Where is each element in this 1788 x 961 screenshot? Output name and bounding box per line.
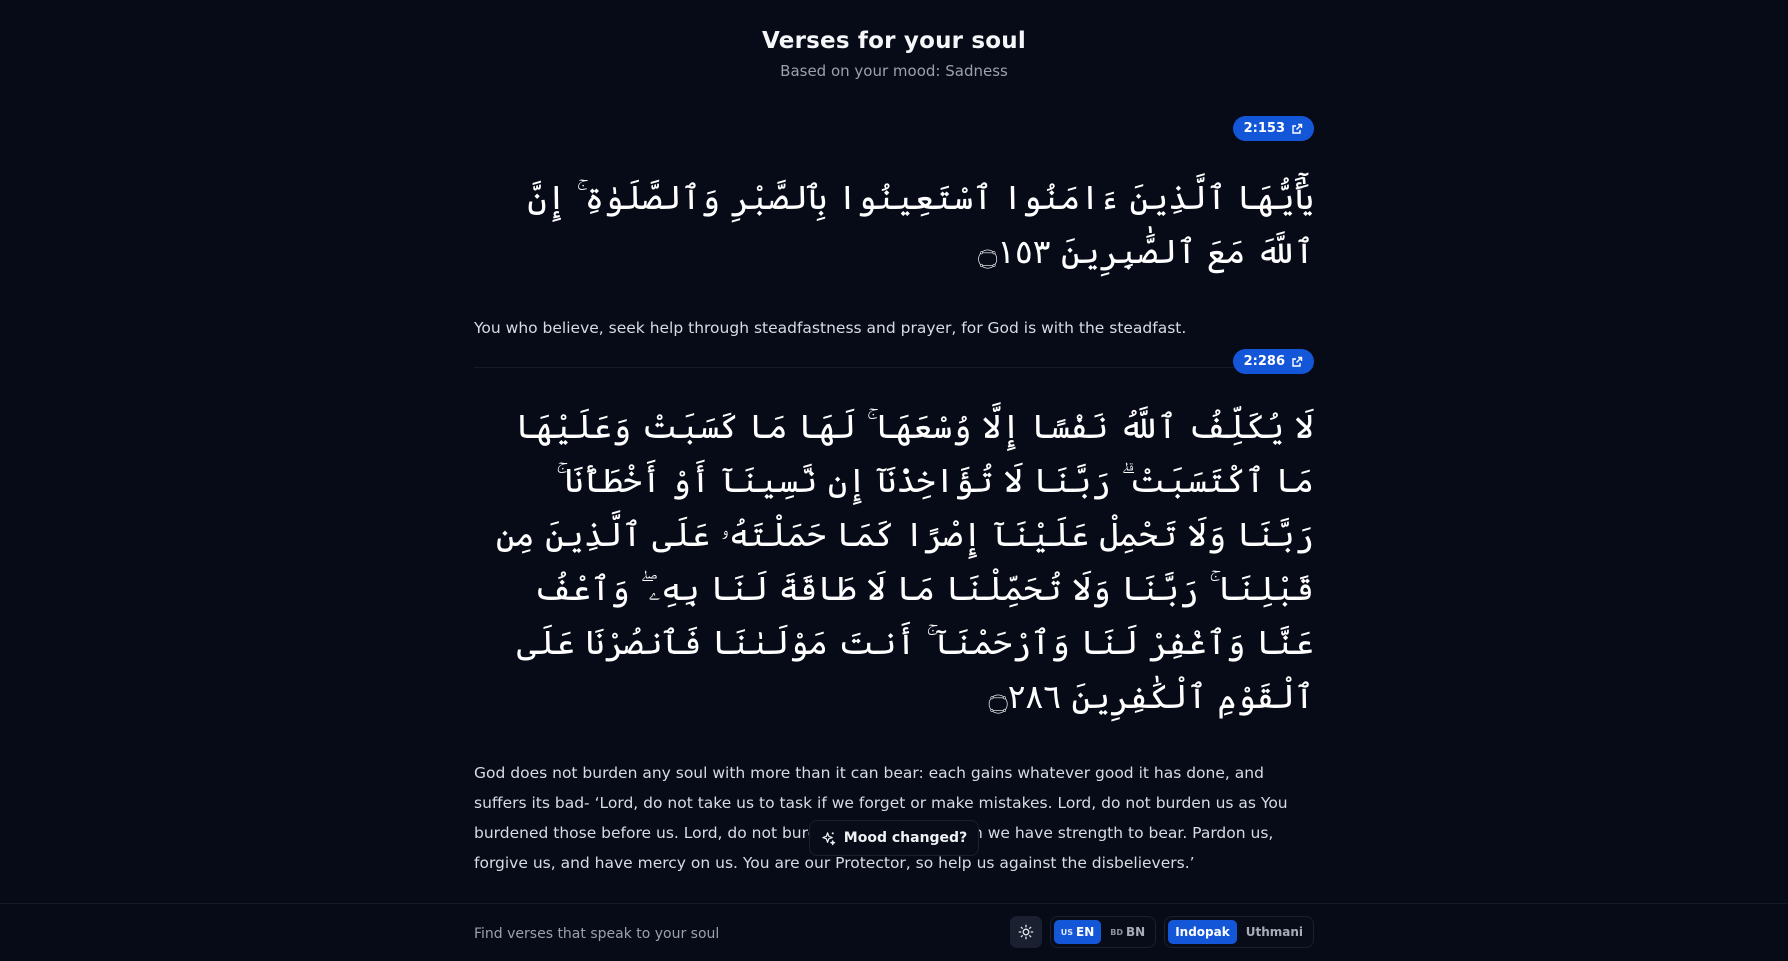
script-option-uthmani[interactable]: Uthmani: [1239, 920, 1310, 944]
verse-arabic-text: لَا يُكَلِّفُ ٱللَّهُ نَفْسًا إِلَّا وُس…: [495, 407, 1314, 716]
footer-tagline: Find verses that speak to your soul: [474, 926, 720, 942]
bd-flag-icon: BD: [1110, 927, 1123, 937]
script-option-indopak[interactable]: Indopak: [1168, 920, 1237, 944]
mood-changed-label: Mood changed?: [843, 830, 968, 846]
verse-card-2: 2:286 لَا يُكَلِّفُ ٱللَّهُ نَفْسًا إِلَ…: [474, 349, 1314, 878]
language-label: EN: [1076, 925, 1095, 939]
us-flag-icon: US: [1060, 927, 1073, 937]
footer-controls: US EN BD BN Indopak Uthmani: [1009, 916, 1314, 948]
verse-translation: You who believe, seek help through stead…: [474, 319, 1187, 337]
language-option-bn[interactable]: BD BN: [1103, 920, 1152, 944]
page-header: Verses for your soul Based on your mood:…: [0, 28, 1788, 80]
external-link-icon: [1292, 123, 1303, 134]
verse-card-1: 2:153 يَٰٓأَيُّهَا ٱلَّذِينَ ءَامَنُوا ٱ…: [474, 116, 1314, 368]
verse-arabic-text: يَٰٓأَيُّهَا ٱلَّذِينَ ءَامَنُوا ٱسْتَعِ…: [527, 178, 1314, 271]
verse-translation: God does not burden any soul with more t…: [474, 764, 1288, 872]
sparkles-icon: [822, 831, 835, 845]
language-switcher: US EN BD BN: [1049, 916, 1157, 948]
page-title: Verses for your soul: [762, 28, 1026, 54]
language-option-en[interactable]: US EN: [1053, 920, 1102, 944]
language-label: BN: [1126, 925, 1146, 939]
external-link-icon: [1292, 356, 1303, 367]
verse-reference-badge[interactable]: 2:286: [1232, 349, 1314, 374]
footer: Find verses that speak to your soul US E…: [0, 903, 1788, 961]
verse-reference-badge[interactable]: 2:153: [1232, 116, 1314, 141]
sun-icon: [1018, 924, 1034, 940]
mood-changed-button[interactable]: Mood changed?: [809, 820, 979, 856]
verse-reference-label: 2:153: [1243, 121, 1285, 136]
theme-toggle-button[interactable]: [1009, 916, 1042, 948]
mood-subtitle: Based on your mood: Sadness: [780, 62, 1008, 80]
script-switcher: Indopak Uthmani: [1164, 916, 1314, 948]
page: Verses for your soul Based on your mood:…: [0, 0, 1788, 961]
verse-reference-label: 2:286: [1243, 354, 1285, 369]
